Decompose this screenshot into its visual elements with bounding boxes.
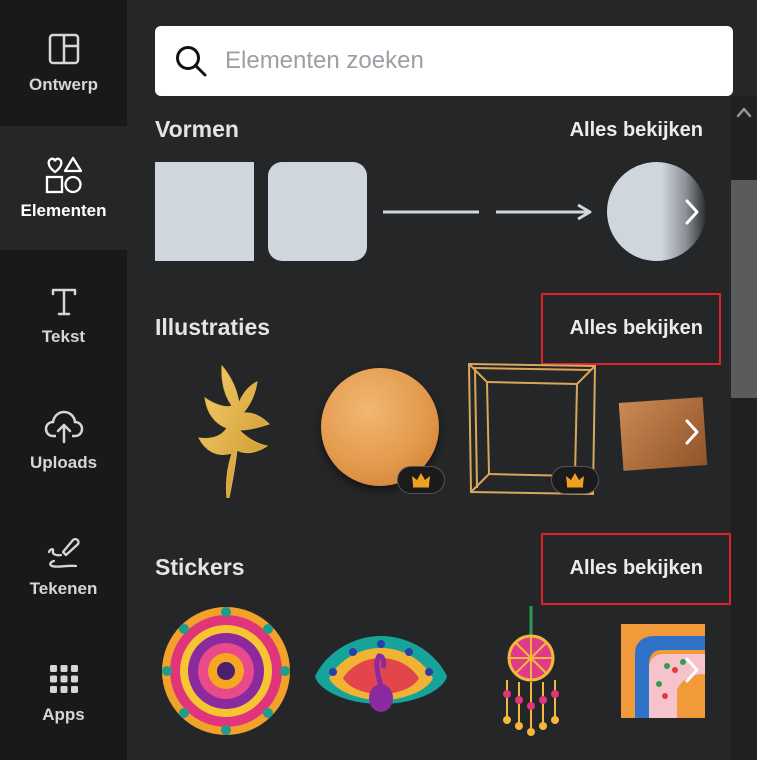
chevron-right-icon <box>685 199 699 225</box>
side-nav-rail: Ontwerp Elementen Tekst Uploads Tekenen <box>0 0 127 760</box>
shapes-row <box>155 162 706 266</box>
vormen-next-button[interactable] <box>679 192 705 232</box>
chevron-right-icon <box>685 419 699 445</box>
text-icon <box>44 281 84 321</box>
illustrations-row <box>155 358 708 498</box>
chevron-right-icon <box>685 657 699 683</box>
apps-grid-icon <box>44 659 84 699</box>
rail-item-label: Tekst <box>41 327 86 346</box>
stickers-row <box>155 602 705 738</box>
cloud-upload-icon <box>44 407 84 447</box>
rail-item-label: Apps <box>42 705 85 724</box>
highlight-box <box>541 293 721 365</box>
rail-item-apps[interactable]: Apps <box>0 630 127 754</box>
arrow-shape[interactable] <box>494 200 594 224</box>
rail-item-label: Uploads <box>29 453 98 472</box>
stickers-next-button[interactable] <box>679 650 705 690</box>
rail-item-label: Ontwerp <box>29 75 98 94</box>
rail-item-tekst[interactable]: Tekst <box>0 252 127 376</box>
line-shape[interactable] <box>381 200 481 224</box>
premium-badge <box>551 466 599 494</box>
layout-icon <box>44 29 84 69</box>
section-title-stickers: Stickers <box>155 554 245 580</box>
shapes-icon <box>44 155 84 195</box>
square-shape[interactable] <box>155 162 254 261</box>
rail-item-uploads[interactable]: Uploads <box>0 378 127 502</box>
draw-icon <box>44 533 84 573</box>
peacock-sticker[interactable] <box>313 632 449 714</box>
mandala-sticker[interactable] <box>159 604 293 738</box>
highlight-box <box>541 533 731 605</box>
chevron-up-icon <box>736 107 752 118</box>
search-input[interactable] <box>225 47 705 75</box>
search-box[interactable] <box>155 26 733 96</box>
golden-leaf-illustration[interactable] <box>177 358 277 498</box>
elements-panel: Vormen Alles bekijken Illustraties Alles… <box>127 0 757 760</box>
rail-item-label: Elementen <box>20 201 107 220</box>
hanging-ornament-sticker[interactable] <box>491 606 571 736</box>
rail-item-ontwerp[interactable]: Ontwerp <box>0 0 127 124</box>
rail-item-label: Tekenen <box>29 579 98 598</box>
crown-icon <box>412 473 430 488</box>
see-all-vormen-link[interactable]: Alles bekijken <box>570 119 703 142</box>
scrollbar-thumb[interactable] <box>731 180 757 398</box>
illustraties-next-button[interactable] <box>679 412 705 452</box>
scroll-up-button[interactable] <box>731 96 757 128</box>
crown-icon <box>566 473 584 488</box>
section-title-vormen: Vormen <box>155 116 239 142</box>
rounded-square-shape[interactable] <box>268 162 367 261</box>
search-icon <box>176 46 207 77</box>
rail-item-elementen[interactable]: Elementen <box>0 126 127 250</box>
premium-badge <box>397 466 445 494</box>
rail-item-tekenen[interactable]: Tekenen <box>0 504 127 628</box>
section-title-illustraties: Illustraties <box>155 314 271 340</box>
